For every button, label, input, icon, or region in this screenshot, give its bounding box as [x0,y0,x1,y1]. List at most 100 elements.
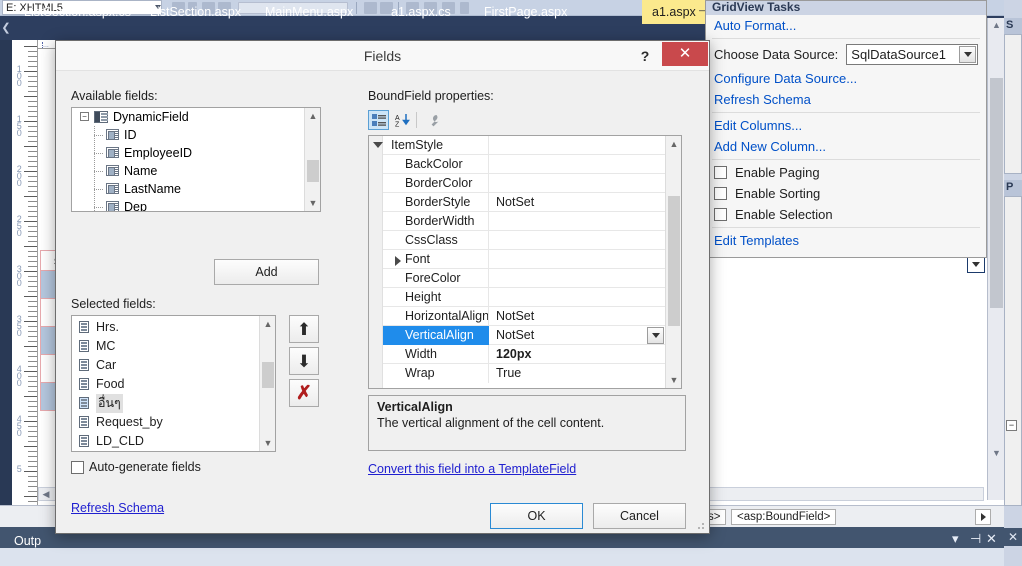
enable-sorting-row[interactable]: Enable Sorting [706,183,986,204]
scroll-down-icon[interactable]: ▼ [991,448,1002,459]
collapse-icon[interactable]: − [1006,420,1017,431]
list-item[interactable]: Request_by [72,413,259,432]
property-value[interactable]: 120px [490,345,665,364]
property-value[interactable] [490,269,665,288]
properties-panel-body[interactable] [1004,196,1022,506]
edit-templates-link[interactable]: Edit Templates [706,230,986,251]
chevron-down-icon[interactable]: ▾ [952,532,959,546]
categorized-view-icon[interactable] [368,110,389,130]
tree-scrollbar[interactable]: ▲ ▼ [304,108,320,211]
refresh-schema-link[interactable]: Refresh Schema [71,501,164,515]
solution-explorer-header[interactable]: S [1004,18,1022,34]
property-value[interactable]: NotSet [490,193,665,212]
property-row-height[interactable]: Height [383,288,665,307]
property-row-font[interactable]: Font [383,250,665,269]
configure-data-source-link[interactable]: Configure Data Source... [706,68,986,89]
property-row-borderwidth[interactable]: BorderWidth [383,212,665,231]
property-value[interactable] [490,155,665,174]
list-item[interactable]: Hrs. [72,318,259,337]
scrollbar-thumb[interactable] [668,196,680,326]
delete-field-button[interactable]: ✗ [289,379,319,407]
scroll-up-icon[interactable]: ▲ [991,20,1002,31]
property-value[interactable] [490,288,665,307]
enable-paging-row[interactable]: Enable Paging [706,162,986,183]
property-grid[interactable]: ItemStyle BackColor BorderColor BorderSt… [368,135,682,389]
document-tab-mainmenu[interactable]: MainMenu.aspx [255,0,363,24]
property-row-itemstyle[interactable]: ItemStyle [373,136,665,155]
chevron-down-icon[interactable] [959,46,976,63]
available-fields-tree[interactable]: − DynamicField ID EmployeeID Name LastNa… [71,107,321,212]
auto-format-link[interactable]: Auto Format... [706,15,986,36]
data-source-select[interactable]: SqlDataSource1 [846,44,978,65]
property-value[interactable] [490,174,665,193]
property-value[interactable]: NotSet [490,307,665,326]
property-row-cssclass[interactable]: CssClass [383,231,665,250]
tree-node-employeeid[interactable]: EmployeeID [72,144,320,162]
ok-button[interactable]: OK [490,503,583,529]
design-vertical-scrollbar[interactable]: ▲ ▼ [987,18,1004,500]
property-value[interactable] [490,212,665,231]
enable-selection-row[interactable]: Enable Selection [706,204,986,225]
scroll-up-icon[interactable]: ▲ [666,136,681,152]
document-tab-firstpage[interactable]: FirstPage.aspx [474,0,577,24]
enable-sorting-checkbox[interactable] [714,187,727,200]
pin-icon[interactable]: ⊣ [970,532,981,546]
toolbar-overflow-icon[interactable] [460,2,469,14]
list-item[interactable]: Food [72,375,259,394]
properties-panel-header[interactable]: P [1004,180,1022,196]
list-item[interactable]: LD_CLD [72,432,259,451]
document-tab-listsection-aspx[interactable]: ListSection.aspx [140,0,251,24]
property-value[interactable] [490,136,665,155]
scroll-down-icon[interactable]: ▼ [666,372,681,388]
property-row-verticalalign[interactable]: VerticalAlign NotSet [383,326,665,345]
selected-fields-list[interactable]: Hrs. MC Car Food อื่นๆ Request_by LD_CLD… [71,315,276,452]
list-item[interactable]: MC [72,337,259,356]
property-value[interactable]: True [490,364,665,383]
property-row-wrap[interactable]: Wrap True [383,364,665,383]
toolbar-icon-3[interactable] [364,2,377,14]
tag-navigator-more-button[interactable] [975,509,991,525]
property-row-backcolor[interactable]: BackColor [383,155,665,174]
close-icon[interactable]: ✕ [662,42,708,66]
list-item[interactable]: Car [72,356,259,375]
tree-node-dep[interactable]: Dep [72,198,320,211]
move-down-button[interactable]: ⬇ [289,347,319,375]
property-row-horizontalalign[interactable]: HorizontalAlign NotSet [383,307,665,326]
scrollbar-thumb[interactable] [307,160,319,182]
property-value[interactable] [490,231,665,250]
scroll-down-icon[interactable]: ▼ [260,435,275,451]
tree-node-id[interactable]: ID [72,126,320,144]
property-row-width[interactable]: Width 120px [383,345,665,364]
auto-generate-fields-checkbox[interactable] [71,461,84,474]
wrench-icon[interactable] [423,110,444,130]
property-value[interactable] [490,250,665,269]
cancel-button[interactable]: Cancel [593,503,686,529]
dialog-titlebar[interactable]: Fields ? ✕ [56,41,709,71]
property-grid-scrollbar[interactable]: ▲ ▼ [665,136,681,388]
close-icon[interactable]: ✕ [1004,528,1022,546]
triangle-down-icon[interactable] [373,142,383,148]
property-row-bordercolor[interactable]: BorderColor [383,174,665,193]
solution-explorer-body[interactable] [1004,34,1022,174]
scroll-up-icon[interactable]: ▲ [305,108,320,124]
alphabetical-sort-icon[interactable]: A Z [392,110,413,130]
document-tab-listsection-cs[interactable]: ListSection.aspx.cs [14,0,141,24]
property-value[interactable]: NotSet [490,326,665,345]
property-row-forecolor[interactable]: ForeColor [383,269,665,288]
chevron-down-icon[interactable] [647,327,664,344]
enable-selection-checkbox[interactable] [714,208,727,221]
tree-node-dynamicfield[interactable]: − DynamicField [72,108,320,126]
selected-fields-scrollbar[interactable]: ▲ ▼ [259,316,275,451]
dialog-resize-grip[interactable] [697,521,706,530]
document-tab-a1-cs[interactable]: a1.aspx.cs [381,0,461,24]
scroll-up-icon[interactable]: ▲ [260,316,275,332]
tree-node-lastname[interactable]: LastName [72,180,320,198]
refresh-schema-link[interactable]: Refresh Schema [706,89,986,110]
scrollbar-thumb[interactable] [990,78,1003,308]
property-row-borderstyle[interactable]: BorderStyle NotSet [383,193,665,212]
add-new-column-link[interactable]: Add New Column... [706,136,986,157]
tag-chip-boundfield[interactable]: <asp:BoundField> [731,509,837,525]
scrollbar-thumb[interactable] [262,362,274,388]
add-button[interactable]: Add [214,259,319,285]
minus-icon[interactable]: − [80,112,89,121]
